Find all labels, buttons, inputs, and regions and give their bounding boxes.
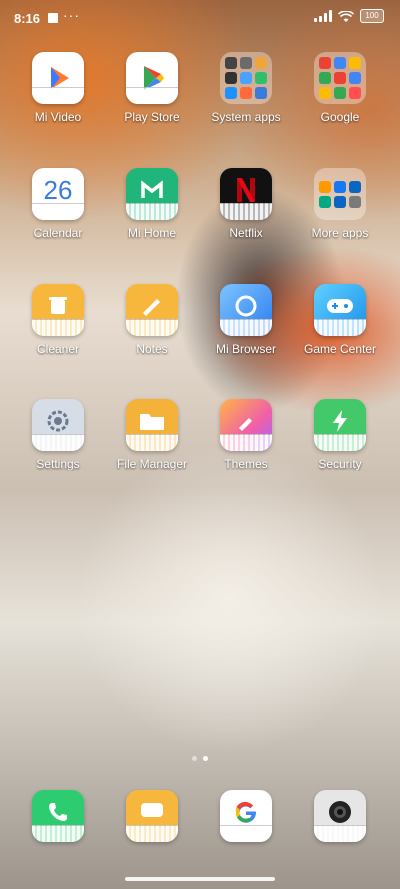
- folder-app-mini-icon: [334, 180, 346, 193]
- calendar-icon: 26: [32, 168, 84, 220]
- mi-video-icon: [32, 52, 84, 104]
- page-dot-active[interactable]: [203, 756, 208, 761]
- wifi-icon: [337, 10, 355, 22]
- play-store-icon: [126, 52, 178, 104]
- app-mi-browser[interactable]: Mi Browser: [198, 284, 294, 356]
- phone-icon: [32, 790, 84, 842]
- folder-app-mini-icon: [225, 72, 237, 84]
- app-play-store[interactable]: Play Store: [104, 52, 200, 124]
- security-icon: [314, 399, 366, 451]
- app-security[interactable]: Security: [292, 399, 388, 471]
- folder-app-mini-icon: [334, 57, 346, 69]
- app-label: File Manager: [116, 457, 188, 471]
- folder-app-mini-icon: [334, 195, 346, 208]
- google-icon: [220, 790, 272, 842]
- page-dot[interactable]: [192, 756, 197, 761]
- folder-more-apps[interactable]: More apps: [292, 168, 388, 240]
- folder-app-mini-icon: [334, 72, 346, 84]
- app-label: Settings: [36, 457, 80, 471]
- app-mi-home[interactable]: Mi Home: [104, 168, 200, 240]
- folder-system-apps[interactable]: System apps: [198, 52, 294, 124]
- folder-app-mini-icon: [255, 72, 267, 84]
- app-game-center[interactable]: Game Center: [292, 284, 388, 356]
- messages-icon: [126, 790, 178, 842]
- clock: 8:16: [14, 11, 41, 26]
- home-indicator[interactable]: [125, 877, 275, 881]
- more-notifications-icon: ···: [63, 7, 80, 23]
- folder-app-mini-icon: [349, 57, 361, 69]
- app-calendar[interactable]: 26 Calendar: [10, 168, 106, 240]
- folder-app-mini-icon: [319, 57, 331, 69]
- app-label: Notes: [136, 342, 168, 356]
- folder-app-mini-icon: [319, 87, 331, 99]
- notes-icon: [126, 284, 178, 336]
- app-label: Cleaner: [36, 342, 80, 356]
- app-notes[interactable]: Notes: [104, 284, 200, 356]
- dock-camera[interactable]: [292, 790, 388, 842]
- app-label: Netflix: [229, 226, 263, 240]
- folder-icon: [314, 52, 366, 104]
- app-mi-video[interactable]: Mi Video: [10, 52, 106, 124]
- calendar-date: 26: [43, 174, 73, 205]
- app-label: Play Store: [124, 110, 180, 124]
- folder-app-mini-icon: [334, 87, 346, 99]
- folder-label: More apps: [311, 226, 369, 240]
- settings-icon: [32, 399, 84, 451]
- folder-app-mini-icon: [225, 87, 237, 99]
- folder-app-mini-icon: [349, 195, 361, 208]
- folder-icon: [314, 168, 366, 220]
- page-indicator: [0, 756, 400, 761]
- app-settings[interactable]: Settings: [10, 399, 106, 471]
- app-cleaner[interactable]: Cleaner: [10, 284, 106, 356]
- folder-label: System apps: [211, 110, 281, 124]
- folder-app-mini-icon: [349, 180, 361, 193]
- folder-app-mini-icon: [319, 195, 331, 208]
- app-label: Game Center: [303, 342, 377, 356]
- mi-home-icon: [126, 168, 178, 220]
- netflix-icon: [220, 168, 272, 220]
- notification-icon: [48, 13, 58, 23]
- app-label: Themes: [224, 457, 268, 471]
- app-label: Mi Home: [127, 226, 176, 240]
- app-label: Mi Browser: [215, 342, 276, 356]
- dock-messages[interactable]: [104, 790, 200, 842]
- dock-phone[interactable]: [10, 790, 106, 842]
- folder-app-mini-icon: [349, 87, 361, 99]
- signal-icon: [314, 10, 332, 22]
- folder-app-mini-icon: [240, 72, 252, 84]
- folder-app-mini-icon: [319, 180, 331, 193]
- app-label: Mi Video: [34, 110, 82, 124]
- folder-app-mini-icon: [349, 72, 361, 84]
- mi-browser-icon: [220, 284, 272, 336]
- app-label: Security: [318, 457, 362, 471]
- cleaner-icon: [32, 284, 84, 336]
- game-center-icon: [314, 284, 366, 336]
- file-manager-icon: [126, 399, 178, 451]
- camera-icon: [314, 790, 366, 842]
- themes-icon: [220, 399, 272, 451]
- folder-app-mini-icon: [255, 87, 267, 99]
- app-themes[interactable]: Themes: [198, 399, 294, 471]
- folder-app-mini-icon: [240, 87, 252, 99]
- status-bar: 8:16 ··· 100: [0, 0, 400, 36]
- app-file-manager[interactable]: File Manager: [104, 399, 200, 471]
- folder-app-mini-icon: [240, 57, 252, 69]
- folder-app-mini-icon: [255, 57, 267, 69]
- app-netflix[interactable]: Netflix: [198, 168, 294, 240]
- dock-google[interactable]: [198, 790, 294, 842]
- battery-icon: 100: [360, 9, 384, 23]
- folder-label: Google: [320, 110, 360, 124]
- folder-icon: [220, 52, 272, 104]
- folder-app-mini-icon: [319, 72, 331, 84]
- folder-google[interactable]: Google: [292, 52, 388, 124]
- app-label: Calendar: [33, 226, 83, 240]
- folder-app-mini-icon: [225, 57, 237, 69]
